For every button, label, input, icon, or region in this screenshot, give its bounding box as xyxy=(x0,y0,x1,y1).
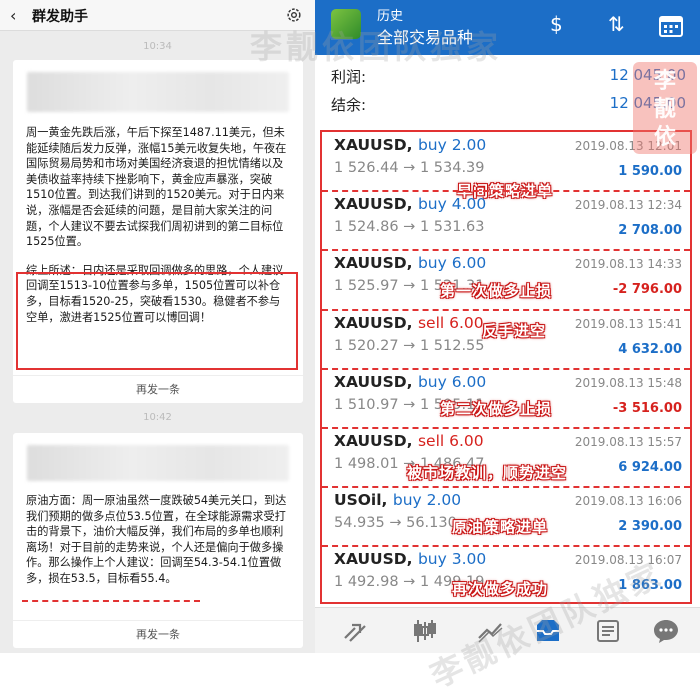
toolbar-title[interactable]: 全部交易品种 xyxy=(377,24,473,48)
news-icon[interactable] xyxy=(593,616,623,646)
trade-prices: 54.935 → 56.130 xyxy=(334,515,457,532)
chat-header: ‹ 群发助手 xyxy=(0,0,315,31)
trade-date: 2019.08.13 14:33 xyxy=(574,257,682,272)
bottom-navigation xyxy=(315,607,700,653)
sort-icon[interactable]: ⇅ xyxy=(608,12,625,36)
calendar-icon[interactable] xyxy=(658,13,684,39)
seal-text: 李靓依 xyxy=(653,69,676,150)
trade-date: 2019.08.13 16:07 xyxy=(574,553,682,568)
trade-prices: 1 520.27 → 1 512.55 xyxy=(334,337,485,354)
trade-side: sell 6.00 xyxy=(417,432,484,450)
trade-profit: 1 590.00 xyxy=(618,164,682,179)
strategy-annotation: 反手进空 xyxy=(482,322,547,340)
chart-icon[interactable] xyxy=(410,616,440,646)
trade-symbol: USOil, buy 2.00 xyxy=(334,491,462,510)
dashed-separator xyxy=(322,545,690,548)
strategy-annotation: 再次做多成功 xyxy=(452,580,549,598)
trade-prices: 1 526.44 → 1 534.39 xyxy=(334,160,485,176)
toolbar-subtitle: 历史 xyxy=(377,9,404,24)
trade-side: sell 6.00 xyxy=(417,313,484,332)
seal-stamp: 李靓依 xyxy=(633,62,697,154)
back-icon[interactable]: ‹ xyxy=(10,6,16,25)
chat-panel: ‹ 群发助手 10:34 周一黄金先跌后涨，午后下探至1487.11美元，但未能… xyxy=(0,0,315,653)
trade-profit: -3 516.00 xyxy=(612,400,682,416)
balance-label: 结余: xyxy=(331,96,367,114)
trade-list: XAUUSD, buy 2.00 2019.08.13 12:01 1 526.44… xyxy=(320,130,692,604)
dashed-separator xyxy=(322,308,690,311)
trade-profit: 6 924.00 xyxy=(618,460,682,475)
trade-date: 2019.08.13 15:41 xyxy=(574,316,682,331)
blurred-sender xyxy=(27,72,289,112)
trade-date: 2019.08.13 15:57 xyxy=(574,435,682,449)
strategy-annotation: 原油策略进单 xyxy=(452,518,549,536)
quotes-icon[interactable] xyxy=(340,616,370,646)
trade-profit: 4 632.00 xyxy=(618,341,682,357)
chat-icon[interactable] xyxy=(651,616,681,646)
trade-prices: 1 524.86 → 1 531.63 xyxy=(334,219,485,236)
trade-side: buy 4.00 xyxy=(417,195,487,214)
trade-symbol: XAUUSD, buy 2.00 xyxy=(334,136,487,154)
symbol-filter-icon[interactable]: $ xyxy=(550,12,563,36)
trade-side: buy 2.00 xyxy=(417,136,487,154)
gear-icon[interactable] xyxy=(285,6,303,24)
trade-symbol: XAUUSD, buy 4.00 xyxy=(334,195,487,214)
blurred-sender xyxy=(27,445,289,481)
message-card: 原油方面：周一原油虽然一度跌破54美元关口，到达我们预期的做多点位53.5位置，… xyxy=(13,433,303,648)
strategy-annotation: 第一次做多止损 xyxy=(440,282,553,300)
trade-date: 2019.08.13 15:48 xyxy=(574,375,682,390)
highlight-box xyxy=(16,272,298,370)
underline-mark xyxy=(22,600,200,602)
app-toolbar: 历史 全部交易品种 $ ⇅ xyxy=(315,0,700,55)
chat-title: 群发助手 xyxy=(32,9,88,25)
trade-symbol: XAUUSD, buy 6.00 xyxy=(334,372,487,391)
trade-profit: 2 708.00 xyxy=(618,223,682,239)
dashed-separator xyxy=(322,486,690,489)
history-inbox-icon[interactable] xyxy=(533,616,563,646)
resend-button[interactable]: 再发一条 xyxy=(13,375,303,403)
dashed-separator xyxy=(322,190,690,193)
timestamp: 10:34 xyxy=(143,41,172,52)
trade-profit: -2 796.00 xyxy=(612,282,682,298)
dashed-separator xyxy=(322,367,690,370)
dashed-separator xyxy=(322,249,690,252)
trade-side: buy 2.00 xyxy=(392,491,462,510)
message-text: 原油方面：周一原油虽然一度跌破54美元关口，到达我们预期的做多点位53.5位置，… xyxy=(26,494,287,585)
message-text: 周一黄金先跌后涨，午后下探至1487.11美元，但未能延续随后发力反弹，涨幅15… xyxy=(26,126,287,249)
trade-profit: 1 863.00 xyxy=(618,578,682,594)
trade-profit: 2 390.00 xyxy=(618,519,682,535)
trade-date: 2019.08.13 16:06 xyxy=(574,494,682,509)
profit-label: 利润: xyxy=(331,68,367,86)
trade-side: buy 3.00 xyxy=(417,550,487,569)
timestamp: 10:42 xyxy=(143,412,172,423)
trade-icon[interactable] xyxy=(475,616,505,646)
resend-button[interactable]: 再发一条 xyxy=(13,620,303,648)
trade-symbol: XAUUSD, sell 6.00 xyxy=(334,432,484,450)
dashed-separator xyxy=(322,427,690,429)
trade-symbol: XAUUSD, sell 6.00 xyxy=(334,313,484,332)
trade-row[interactable]: XAUUSD, buy 4.00 2019.08.13 12:34 1 524.86… xyxy=(322,191,690,250)
trade-side: buy 6.00 xyxy=(417,372,487,391)
strategy-annotation: 被市场教训，顺势进空 xyxy=(407,464,568,482)
trade-symbol: XAUUSD, buy 3.00 xyxy=(334,550,487,569)
trade-side: buy 6.00 xyxy=(417,254,487,273)
trade-date: 2019.08.13 12:34 xyxy=(574,198,682,213)
app-logo[interactable] xyxy=(331,9,361,39)
trade-symbol: XAUUSD, buy 6.00 xyxy=(334,254,487,273)
strategy-annotation: 第二次做多止损 xyxy=(440,400,553,418)
